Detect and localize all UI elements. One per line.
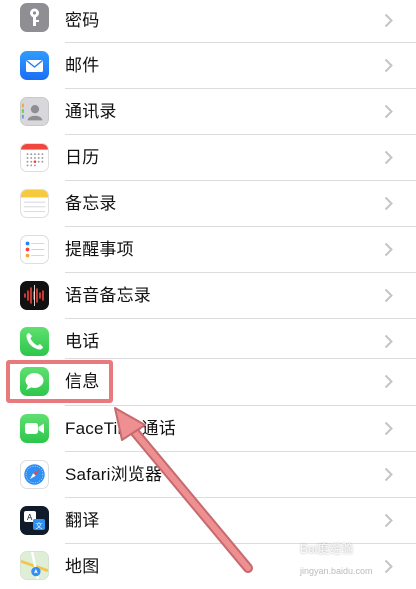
mail-icon xyxy=(20,51,49,80)
chevron-right-icon xyxy=(384,273,396,318)
phone-icon xyxy=(20,327,49,356)
chevron-right-icon xyxy=(384,359,396,404)
facetime-icon xyxy=(20,414,49,443)
chevron-right-icon xyxy=(384,544,396,589)
settings-row-label: 翻译 xyxy=(65,511,100,530)
settings-row-safari[interactable]: Safari浏览器 xyxy=(0,452,416,497)
settings-row-label: Safari浏览器 xyxy=(65,465,163,484)
settings-row-label: 邮件 xyxy=(65,56,100,75)
chevron-right-icon xyxy=(384,181,396,226)
chevron-right-icon xyxy=(384,452,396,497)
highlight-box xyxy=(6,360,113,403)
svg-text:A: A xyxy=(27,513,33,522)
key-icon xyxy=(20,3,49,32)
settings-row-contacts[interactable]: 通讯录 xyxy=(0,89,416,134)
settings-row-label: 地图 xyxy=(65,557,100,576)
contacts-icon xyxy=(20,97,49,126)
settings-row-label: FaceTime通话 xyxy=(65,419,176,438)
settings-row-facetime[interactable]: FaceTime通话 xyxy=(0,406,416,451)
maps-icon xyxy=(20,551,49,580)
settings-row-reminders[interactable]: 提醒事项 xyxy=(0,227,416,272)
settings-row-label: 语音备忘录 xyxy=(65,286,151,305)
translate-icon: A 文 xyxy=(20,506,49,535)
settings-row-translate[interactable]: A 文 翻译 xyxy=(0,498,416,543)
notes-icon xyxy=(20,189,49,218)
settings-row-notes[interactable]: 备忘录 xyxy=(0,181,416,226)
safari-icon xyxy=(20,460,49,489)
chevron-right-icon xyxy=(384,89,396,134)
settings-row-passwords[interactable]: 密码 xyxy=(0,0,416,43)
settings-row-label: 日历 xyxy=(65,148,100,167)
chevron-right-icon xyxy=(384,498,396,543)
watermark-url: jingyan.baidu.com xyxy=(300,566,373,576)
settings-row-label: 提醒事项 xyxy=(65,240,134,259)
chevron-right-icon xyxy=(384,135,396,180)
settings-row-calendar[interactable]: 日历 xyxy=(0,135,416,180)
chevron-right-icon xyxy=(384,43,396,88)
chevron-right-icon xyxy=(384,0,396,43)
settings-list: 密码 邮件 通讯录 日历 备忘录 提醒事项 语音备忘录 电话 信息 FaceTi… xyxy=(0,0,416,585)
settings-row-mail[interactable]: 邮件 xyxy=(0,43,416,88)
reminders-icon xyxy=(20,235,49,264)
settings-row-voice-memos[interactable]: 语音备忘录 xyxy=(0,273,416,318)
calendar-icon xyxy=(20,143,49,172)
settings-row-label: 备忘录 xyxy=(65,194,117,213)
settings-row-label: 通讯录 xyxy=(65,102,117,121)
watermark-logo: Bai度经验 xyxy=(300,542,354,556)
voice-memos-icon xyxy=(20,281,49,310)
chevron-right-icon xyxy=(384,406,396,451)
settings-row-label: 密码 xyxy=(65,11,100,30)
svg-text:文: 文 xyxy=(36,521,43,530)
chevron-right-icon xyxy=(384,227,396,272)
